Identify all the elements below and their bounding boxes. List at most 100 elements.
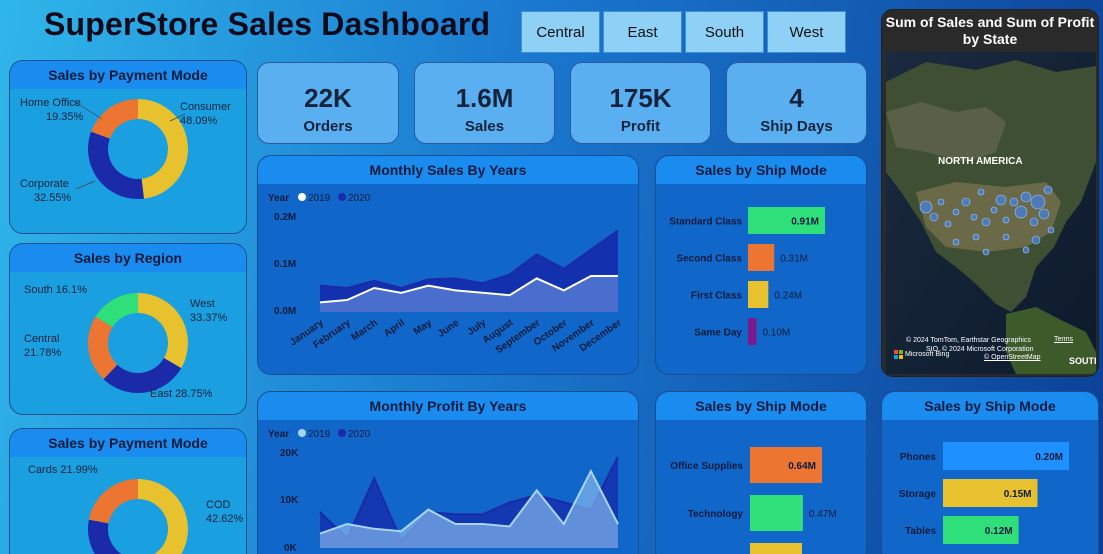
map-card: Sum of Sales and Sum of Profit by State … — [881, 9, 1099, 377]
kpi-label: Ship Days — [760, 118, 833, 135]
kpi-value: 1.6M — [455, 83, 514, 113]
bar-value-label: 0.31M — [780, 254, 808, 265]
y-tick-label: 0K — [284, 543, 298, 554]
slicer-south[interactable]: South — [685, 11, 764, 53]
state-bubble[interactable] — [972, 233, 980, 241]
state-bubble[interactable] — [977, 188, 985, 196]
label-corporate: Corporate — [20, 178, 69, 190]
bar-category-label: Standard Class — [669, 217, 742, 228]
label-cod: COD — [206, 499, 231, 511]
legend-2020: 2020 — [348, 193, 371, 204]
label-cards: Cards 21.99% — [28, 464, 98, 476]
state-bubble[interactable] — [1031, 235, 1041, 245]
state-bubble[interactable] — [990, 206, 998, 214]
state-bubble[interactable] — [944, 220, 952, 228]
legend-2019-swatch — [298, 193, 306, 201]
payment-mode-card: Sales by Payment Mode Home Office 19.35%… — [9, 60, 247, 234]
donut-slice[interactable] — [138, 479, 188, 554]
bar[interactable] — [750, 543, 802, 554]
donut-slice[interactable] — [91, 99, 138, 139]
kpi-label: Orders — [303, 118, 353, 135]
legend-2020-swatch — [338, 429, 346, 437]
kpi-ship-days: 4 Ship Days — [726, 62, 867, 144]
state-bubble[interactable] — [1009, 197, 1019, 207]
state-bubble[interactable] — [952, 238, 960, 246]
bar[interactable] — [748, 244, 775, 271]
state-bubble[interactable] — [952, 208, 960, 216]
state-bubble[interactable] — [929, 212, 939, 222]
sales-area-series — [319, 229, 619, 312]
state-bubble[interactable] — [1002, 233, 1010, 241]
bar-value-label: 0.20M — [1035, 452, 1063, 463]
label-consumer-pct: 48.09% — [180, 115, 218, 127]
state-bubble[interactable] — [1022, 246, 1030, 254]
card-title: Sales by Payment Mode — [10, 429, 246, 457]
x-tick-label: May — [412, 317, 435, 337]
bar-value-label: 0.64M — [788, 461, 816, 472]
map-terms-link[interactable]: Terms — [1054, 336, 1073, 343]
state-bubble[interactable] — [1038, 208, 1050, 220]
slicer-east[interactable]: East — [603, 11, 682, 53]
donut-slice[interactable] — [88, 519, 160, 554]
x-tick-label: April — [382, 317, 407, 339]
kpi-value: 175K — [609, 83, 672, 113]
bar-category-label: First Class — [691, 291, 743, 302]
slicer-west[interactable]: West — [767, 11, 846, 53]
bing-logo: Microsoft Bing — [894, 350, 949, 359]
label-west-pct: 33.37% — [190, 312, 228, 324]
state-bubble[interactable] — [937, 198, 945, 206]
bar-category-label: Tables — [905, 526, 936, 537]
kpi-profit: 175K Profit — [570, 62, 711, 144]
state-bubble[interactable] — [995, 194, 1007, 206]
region-slicer: Central East South West — [521, 11, 846, 53]
state-bubble[interactable] — [1030, 194, 1046, 210]
kpi-value: 22K — [304, 83, 352, 113]
bar[interactable] — [748, 281, 769, 308]
bar-category-label: Second Class — [676, 254, 742, 265]
state-bubble[interactable] — [981, 217, 991, 227]
state-bubble[interactable] — [961, 197, 971, 207]
card-title: Monthly Sales By Years — [258, 156, 638, 184]
region-card: Sales by Region South 16.1% West 33.37% … — [9, 243, 247, 415]
microsoft-logo-icon — [894, 350, 903, 359]
ship-mode-card: Sales by Ship Mode Standard Class 0.91M Se… — [655, 155, 867, 375]
monthly-profit-chart: Year 2019 2020 20K 10K 0K — [268, 429, 619, 554]
map-visual[interactable]: NORTH AMERICA SOUTH — [886, 52, 1096, 374]
donut-slice[interactable] — [88, 479, 138, 524]
map-osm-link[interactable]: © OpenStreetMap — [984, 354, 1041, 361]
donut-slices — [88, 479, 188, 554]
donut-slice[interactable] — [138, 293, 188, 369]
donut-slice[interactable] — [87, 131, 144, 199]
slicer-central[interactable]: Central — [521, 11, 600, 53]
y-tick-label: 20K — [280, 448, 299, 459]
donut-slices — [87, 99, 188, 199]
state-bubble[interactable] — [970, 213, 978, 221]
state-bubble[interactable] — [1029, 217, 1039, 227]
bar-category-label: Office Supplies — [670, 461, 743, 472]
category-card: Sales by Ship Mode Office Supplies 0.64M T… — [655, 391, 867, 554]
map-south-label: SOUTH — [1069, 356, 1096, 366]
state-bubble[interactable] — [1014, 205, 1028, 219]
label-consumer: Consumer — [180, 101, 231, 113]
subcategory-bar-chart: Phones 0.20M Storage 0.15M Tables 0.12M — [899, 442, 1069, 544]
bar-category-label: Same Day — [694, 328, 742, 339]
bar-value-label: 0.47M — [809, 509, 837, 520]
subcategory-card: Sales by Ship Mode Phones 0.20M Storage 0.1… — [881, 391, 1099, 554]
state-bubble[interactable] — [919, 200, 933, 214]
profit-area-series — [319, 456, 619, 548]
bar-value-label: 0.24M — [774, 291, 802, 302]
bar[interactable] — [748, 318, 757, 345]
map-credit-line: © 2024 TomTom, Earthstar Geographics — [906, 337, 1031, 344]
state-bubble[interactable] — [982, 248, 990, 256]
state-bubble[interactable] — [1047, 226, 1055, 234]
state-bubble[interactable] — [1043, 185, 1053, 195]
state-bubble[interactable] — [1002, 216, 1010, 224]
kpi-orders: 22K Orders — [257, 62, 399, 144]
map-region-label: NORTH AMERICA — [938, 156, 1023, 167]
page-title: SuperStore Sales Dashboard — [44, 6, 491, 42]
monthly-sales-chart: Year 2019 2020 0.2M 0.1M 0.0M JanuaryFeb… — [268, 193, 624, 356]
monthly-profit-card: Monthly Profit By Years Year 2019 2020 2… — [257, 391, 639, 554]
state-bubble[interactable] — [1020, 191, 1032, 203]
kpi-label: Sales — [464, 118, 505, 135]
bar[interactable] — [750, 495, 803, 531]
